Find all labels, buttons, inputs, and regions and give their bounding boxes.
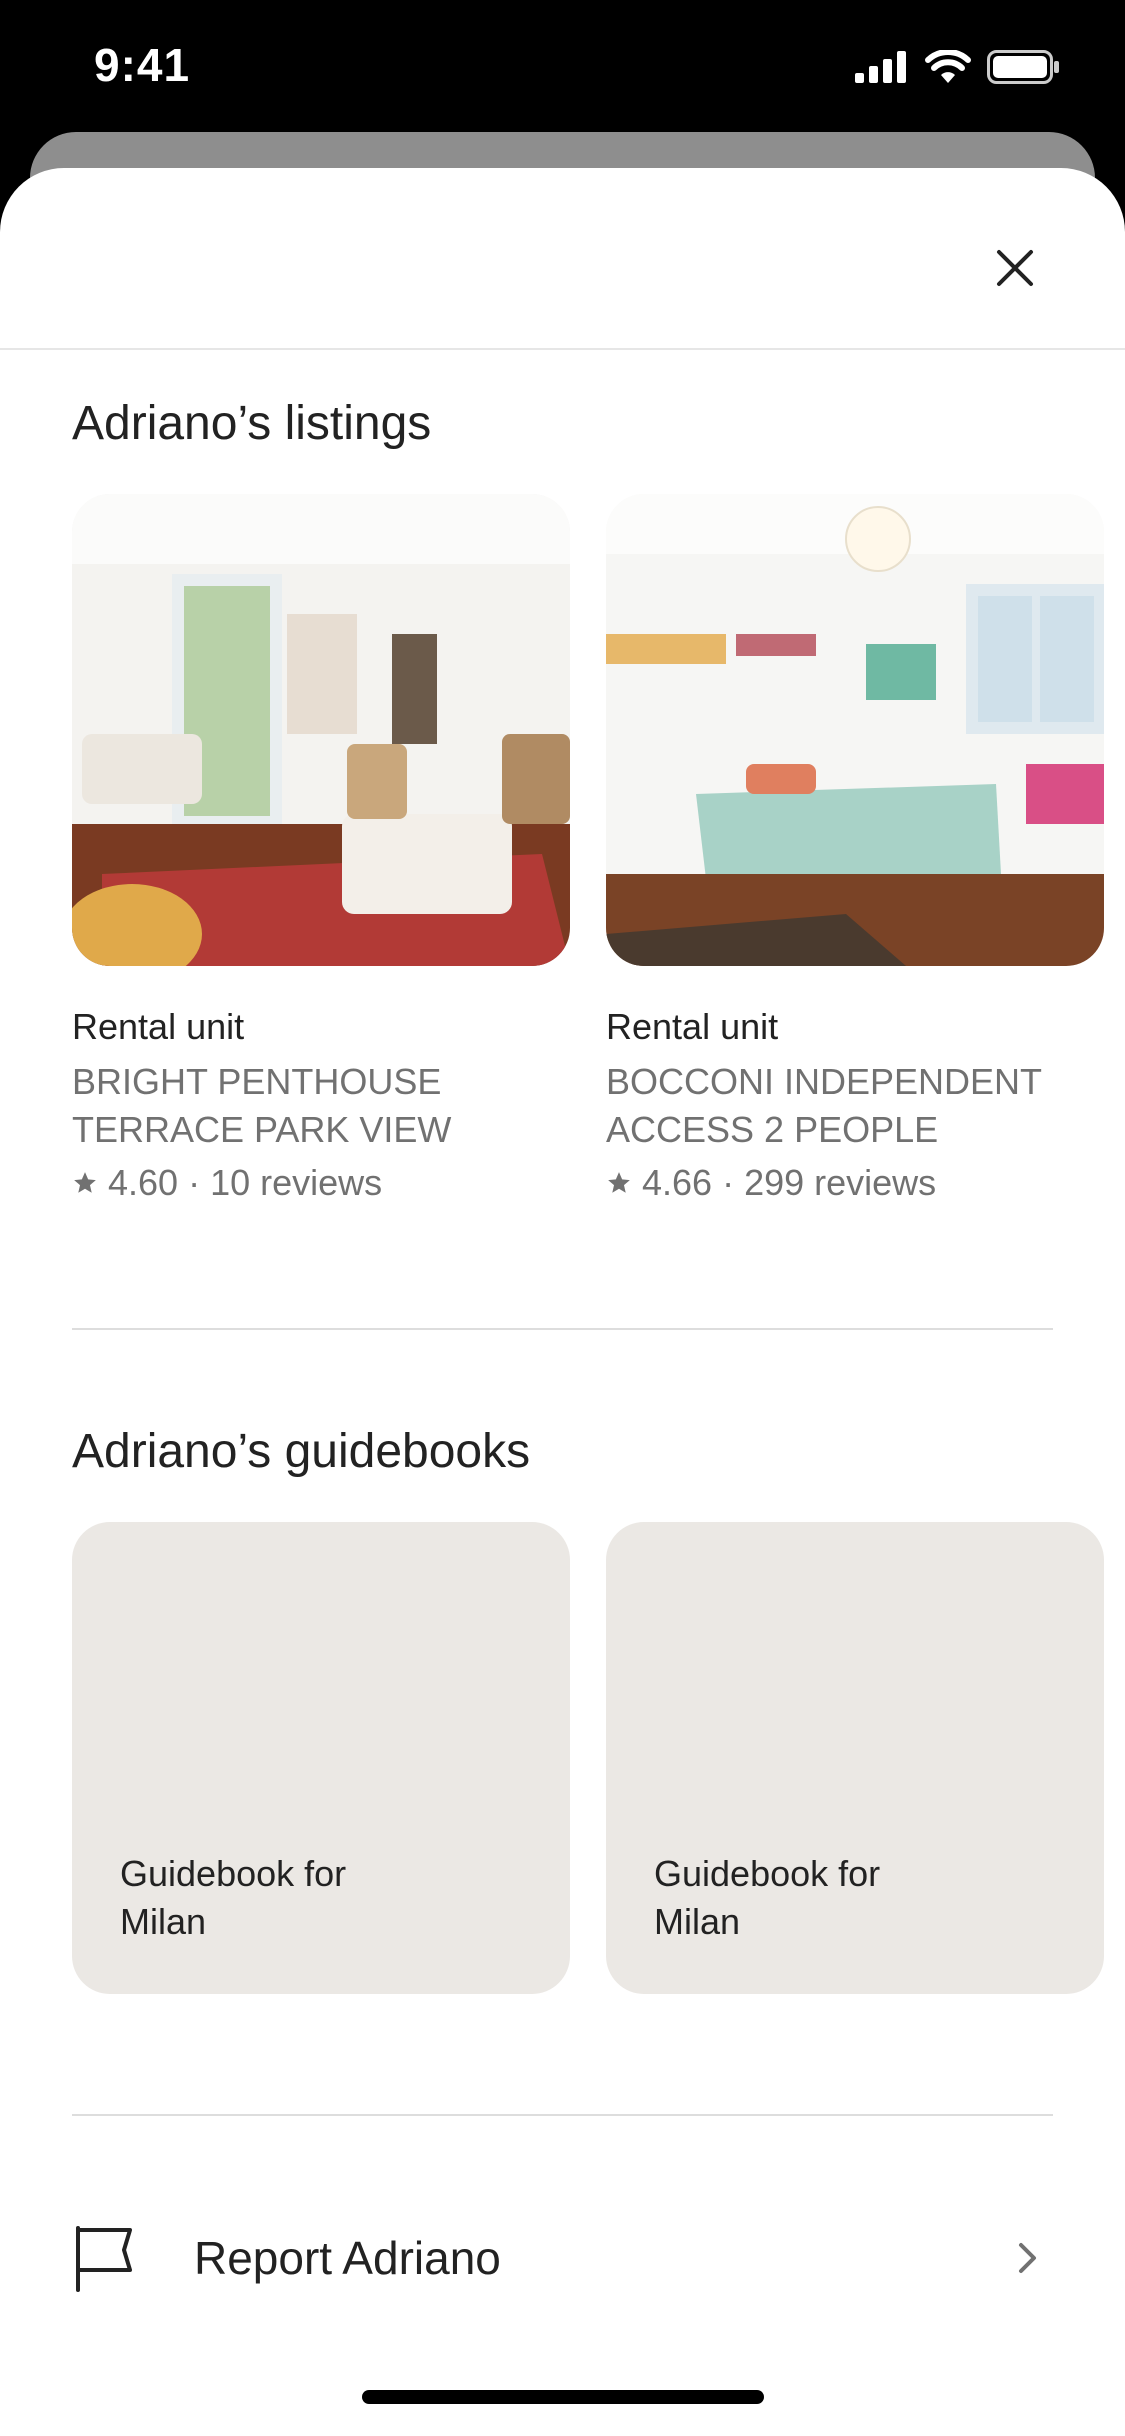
listing-card[interactable]: Rental unit BOCCONI INDEPENDENT ACCESS 2… <box>606 494 1104 1204</box>
home-indicator <box>362 2390 764 2404</box>
listing-type: Rental unit <box>72 1006 245 1047</box>
report-label: Report Adriano <box>194 2232 501 2284</box>
listing-photo-living-room[interactable] <box>72 494 570 966</box>
rating-value: 4.60 <box>108 1162 179 1203</box>
guidebook-label: Guidebook for Milan <box>120 1853 347 1942</box>
status-time: 9:41 <box>94 39 191 91</box>
guidebooks-carousel[interactable]: Guidebook for Milan Guidebook for Milan <box>72 1522 1104 1994</box>
section-divider <box>72 2114 1053 2116</box>
close-button[interactable] <box>985 238 1045 298</box>
star-icon <box>608 1172 630 1193</box>
guidebooks-section-title: Adriano’s guidebooks <box>72 1425 531 1478</box>
listing-rating: 4.66 · 299 reviews <box>606 1162 1104 1204</box>
listing-type: Rental unit <box>606 1006 779 1047</box>
section-divider <box>72 1328 1053 1330</box>
host-sheet: Adriano’s listings Rental unit BRIGHT PE… <box>0 168 1125 2436</box>
listing-rating: 4.60 · 10 reviews <box>72 1162 570 1204</box>
report-host-row[interactable]: Report Adriano <box>72 2198 1053 2318</box>
status-bar: 9:41 <box>0 0 1125 140</box>
signal-icon <box>855 51 906 83</box>
wifi-icon <box>925 50 971 83</box>
guidebook-label: Guidebook for Milan <box>654 1853 881 1942</box>
rating-value: 4.66 <box>642 1162 713 1203</box>
flag-icon <box>76 2226 132 2292</box>
star-icon <box>74 1172 96 1193</box>
sheet-header <box>0 168 1125 350</box>
rating-separator: · <box>722 1162 735 1203</box>
listings-carousel[interactable]: Rental unit BRIGHT PENTHOUSE TERRACE PAR… <box>72 494 1104 1204</box>
rating-separator: · <box>188 1162 201 1203</box>
listing-name: BRIGHT PENTHOUSE TERRACE PARK VIEW <box>72 1061 452 1150</box>
close-icon <box>997 250 1033 286</box>
status-icons <box>855 50 1061 84</box>
chevron-right-icon <box>1019 2243 1036 2273</box>
guidebook-card[interactable]: Guidebook for Milan <box>72 1522 570 1994</box>
battery-icon <box>987 50 1059 84</box>
listings-section-title: Adriano’s listings <box>72 397 432 450</box>
guidebook-card[interactable]: Guidebook for Milan <box>606 1522 1104 1994</box>
review-count: 299 reviews <box>744 1162 937 1203</box>
listing-photo-bedroom[interactable] <box>606 494 1104 966</box>
listing-card[interactable]: Rental unit BRIGHT PENTHOUSE TERRACE PAR… <box>72 494 570 1204</box>
review-count: 10 reviews <box>210 1162 383 1203</box>
listing-name: BOCCONI INDEPENDENT ACCESS 2 PEOPLE <box>606 1061 1042 1150</box>
